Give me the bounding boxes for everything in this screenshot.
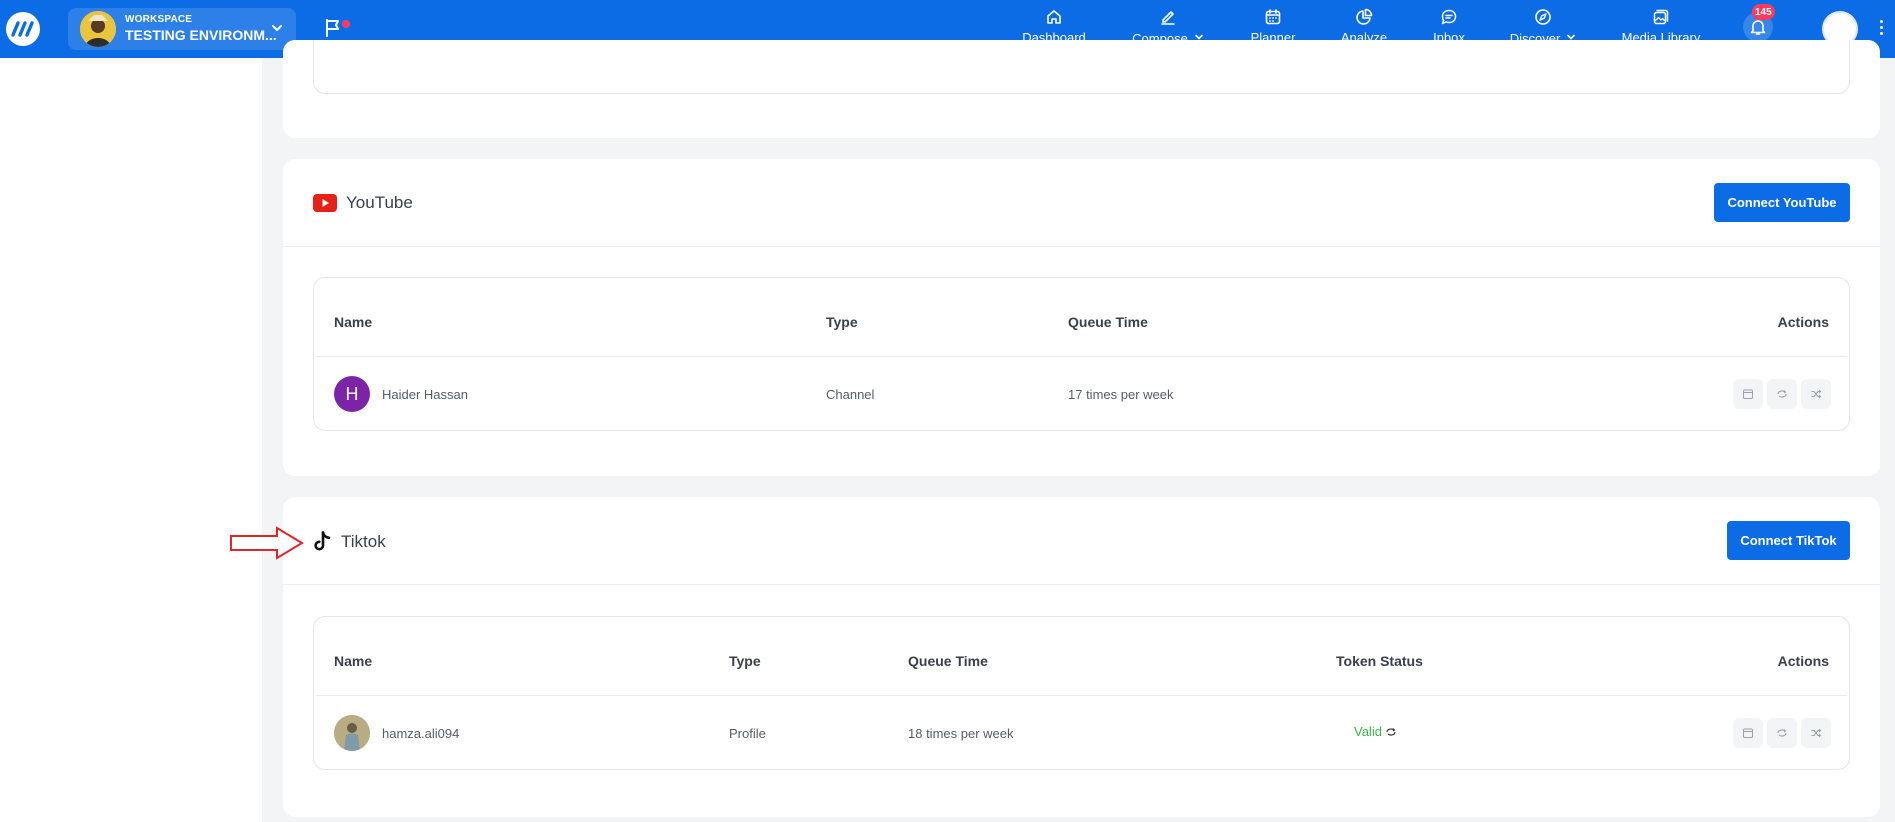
tiktok-card: Tiktok Connect TikTok Name Type Queue Ti… [283,497,1880,817]
chevron-down-icon [272,25,282,31]
bell-icon [1750,20,1766,35]
calendar-icon [1265,9,1281,25]
notification-count-badge: 145 [1752,4,1775,20]
youtube-card-header: YouTube Connect YouTube [283,159,1880,247]
workspace-avatar [80,11,116,47]
queue-time: 18 times per week [908,726,1014,741]
column-header-actions: Actions [1777,314,1829,330]
schedule-button[interactable] [1733,379,1763,409]
refresh-icon[interactable] [1385,726,1397,738]
repeat-button[interactable] [1767,379,1797,409]
youtube-icon [313,194,337,212]
flag-notification-dot [342,20,350,28]
account-name: hamza.ali094 [382,726,460,741]
logo-icon [11,21,34,37]
column-header-name: Name [334,653,373,669]
table-header-divider [316,695,1847,696]
pie-chart-icon [1356,8,1373,25]
row-actions [1733,718,1831,748]
workspace-switcher[interactable]: WORKSPACE TESTING ENVIRONM... [68,8,296,50]
account-type: Profile [729,726,766,741]
edit-icon [1161,11,1175,25]
column-header-queue-time: Queue Time [908,653,988,669]
table-header-divider [316,356,1847,357]
connect-tiktok-button[interactable]: Connect TikTok [1727,521,1850,560]
column-header-token-status: Token Status [1336,653,1423,669]
more-options-icon[interactable] [1880,20,1883,35]
tiktok-icon [314,531,331,551]
image-icon [1653,9,1669,25]
avatar: H [334,376,370,412]
youtube-accounts-table: Name Type Queue Time Actions H Haider Ha… [313,277,1850,431]
column-header-name: Name [334,314,373,330]
shuffle-button[interactable] [1801,379,1831,409]
connect-youtube-button[interactable]: Connect YouTube [1714,183,1850,222]
repeat-icon [1777,729,1787,737]
workspace-label: WORKSPACE [125,14,193,25]
tiktok-card-header: Tiktok Connect TikTok [283,497,1880,585]
previous-platform-card [283,40,1880,138]
workspace-name: TESTING ENVIRONM... [125,27,277,43]
account-type: Channel [826,387,875,402]
chat-icon [1441,9,1457,25]
token-status-label: Valid [1354,724,1382,739]
column-header-type: Type [729,653,761,669]
tiktok-title: Tiktok [341,532,386,551]
youtube-title: YouTube [346,193,413,212]
flag-icon[interactable] [324,18,342,38]
calendar-icon [1743,728,1753,738]
column-header-queue-time: Queue Time [1068,314,1148,330]
previous-platform-table [313,40,1850,94]
column-header-actions: Actions [1777,653,1829,669]
column-header-type: Type [826,314,858,330]
repeat-button[interactable] [1767,718,1797,748]
avatar [334,715,370,751]
repeat-icon [1777,390,1787,398]
calendar-icon [1743,389,1753,399]
annotation-arrow-icon [230,526,304,560]
account-name: Haider Hassan [382,387,468,402]
shuffle-icon [1811,389,1822,399]
schedule-button[interactable] [1733,718,1763,748]
token-status: Valid [1354,724,1397,739]
youtube-card: YouTube Connect YouTube Name Type Queue … [283,159,1880,476]
queue-time: 17 times per week [1068,387,1174,402]
app-logo[interactable] [6,12,40,46]
tiktok-accounts-table: Name Type Queue Time Token Status Action… [313,616,1850,770]
row-actions [1733,379,1831,409]
shuffle-button[interactable] [1801,718,1831,748]
left-sidebar [0,58,262,822]
compass-icon [1535,9,1551,25]
home-icon [1047,10,1061,24]
shuffle-icon [1811,728,1822,738]
